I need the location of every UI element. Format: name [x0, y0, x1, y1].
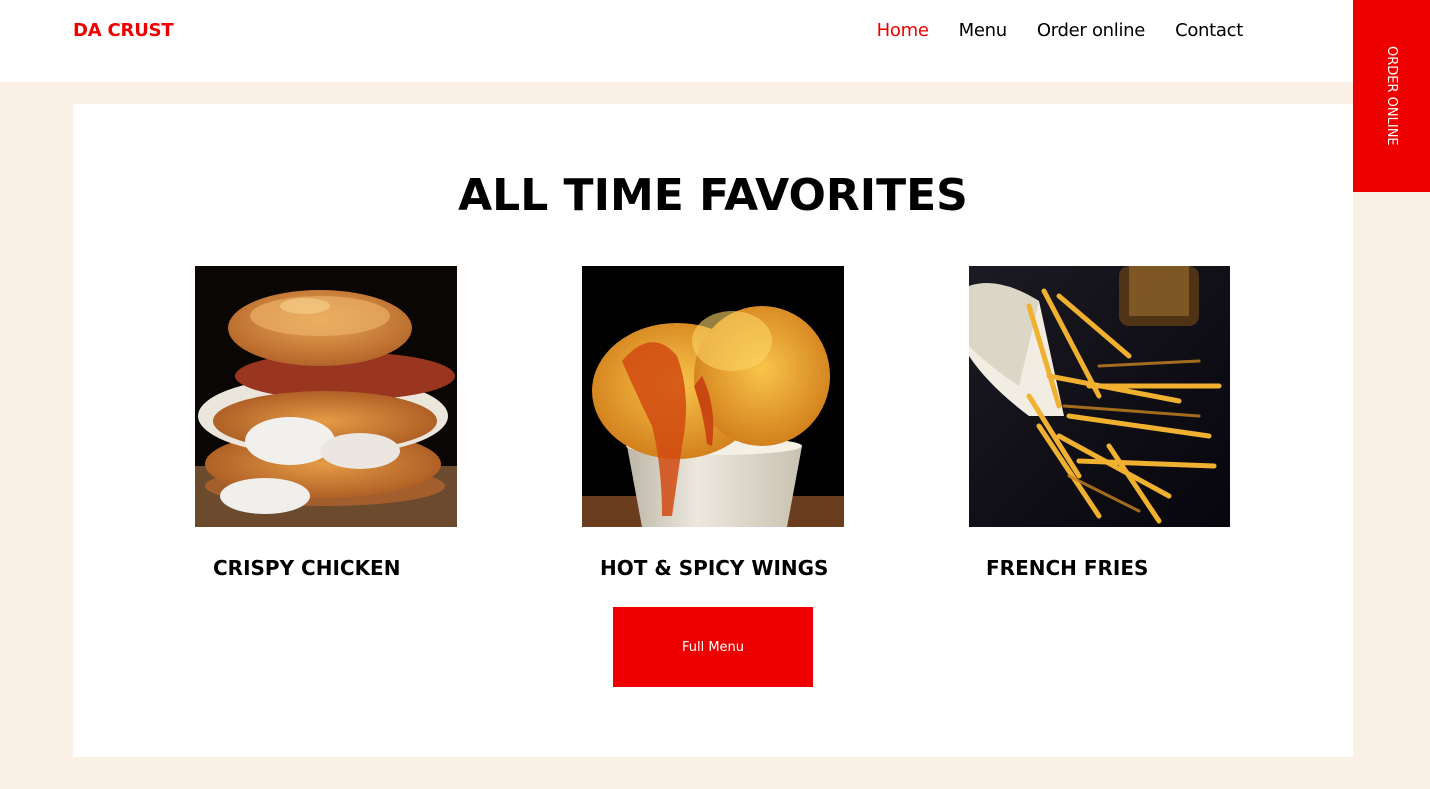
nav-contact-link[interactable]: Contact	[1175, 20, 1243, 41]
order-online-side-tab[interactable]: ORDER ONLINE	[1353, 0, 1430, 192]
nav-order-online-link[interactable]: Order online	[1037, 20, 1145, 41]
nav-menu-link[interactable]: Menu	[959, 20, 1008, 41]
menu-card-french-fries[interactable]: FRENCH FRIES	[969, 266, 1231, 580]
menu-card-title: FRENCH FRIES	[986, 556, 1149, 580]
site-header: DA CRUST Home Menu Order online Contact	[0, 0, 1430, 82]
main-nav: Home Menu Order online Contact	[877, 20, 1244, 41]
full-menu-button[interactable]: Full Menu	[613, 607, 813, 687]
menu-card-crispy-chicken[interactable]: CRISPY CHICKEN	[195, 266, 457, 580]
nav-home-link[interactable]: Home	[877, 20, 929, 41]
menu-card-hot-spicy-wings[interactable]: HOT & SPICY WINGS	[582, 266, 844, 580]
hot-spicy-wings-image	[582, 266, 844, 527]
crispy-chicken-image	[195, 266, 457, 527]
menu-card-title: HOT & SPICY WINGS	[600, 556, 829, 580]
favorites-panel: ALL TIME FAVORITES CRISPY CHICKEN HOT & …	[73, 104, 1353, 757]
french-fries-image	[969, 266, 1231, 527]
section-title: ALL TIME FAVORITES	[458, 170, 968, 221]
brand-logo-link[interactable]: DA CRUST	[73, 20, 174, 41]
order-online-side-tab-label: ORDER ONLINE	[1384, 46, 1399, 146]
menu-card-title: CRISPY CHICKEN	[213, 556, 401, 580]
